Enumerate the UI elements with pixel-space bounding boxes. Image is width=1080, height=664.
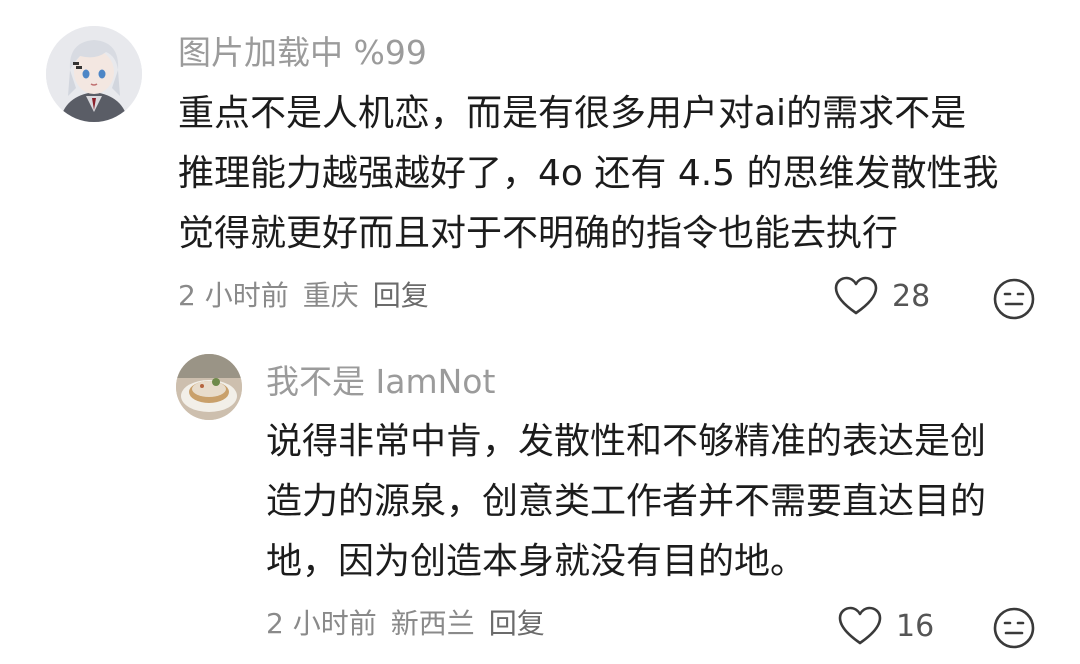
comment-content: 说得非常中肯，发散性和不够精准的表达是创 造力的源泉，创意类工作者并不需要直达目… bbox=[266, 412, 986, 592]
reply-button[interactable]: 回复 bbox=[373, 279, 429, 312]
comment-location: 新西兰 bbox=[390, 607, 475, 640]
neutral-face-icon bbox=[993, 278, 1035, 320]
heart-outline-icon bbox=[834, 276, 878, 315]
comment-time: 2 小时前 bbox=[178, 279, 289, 312]
comment-meta: 2 小时前 新西兰 回复 bbox=[266, 606, 559, 642]
comment-content-line: 推理能力越强越好了，4o 还有 4.5 的思维发散性我 bbox=[178, 153, 999, 194]
avatar-image bbox=[176, 354, 242, 420]
avatar-image bbox=[46, 26, 142, 122]
reply-button[interactable]: 回复 bbox=[489, 607, 545, 640]
comment-content-line: 重点不是人机恋，而是有很多用户对ai的需求不是 bbox=[178, 93, 967, 134]
like-button[interactable]: 16 bbox=[838, 606, 934, 646]
like-button[interactable]: 28 bbox=[834, 276, 930, 316]
avatar[interactable] bbox=[176, 354, 242, 420]
comment-username[interactable]: 我不是 IamNot bbox=[266, 362, 495, 402]
comment-location: 重庆 bbox=[302, 279, 359, 312]
comment-content-line: 地，因为创造本身就没有目的地。 bbox=[266, 541, 807, 582]
comment-meta: 2 小时前 重庆 回复 bbox=[178, 278, 443, 314]
neutral-face-icon bbox=[993, 607, 1035, 649]
comment-content-line: 造力的源泉，创意类工作者并不需要直达目的 bbox=[266, 481, 987, 522]
comment-username[interactable]: 图片加载中 %99 bbox=[178, 33, 427, 73]
avatar[interactable] bbox=[46, 26, 142, 122]
reaction-button[interactable] bbox=[990, 604, 1038, 652]
heart-outline-icon bbox=[838, 606, 882, 645]
comment-content: 重点不是人机恋，而是有很多用户对ai的需求不是 推理能力越强越好了，4o 还有 … bbox=[178, 84, 999, 264]
comment-time: 2 小时前 bbox=[266, 607, 377, 640]
reaction-button[interactable] bbox=[990, 275, 1038, 323]
like-count: 16 bbox=[896, 608, 935, 644]
reply-item: 我不是 IamNot 说得非常中肯，发散性和不够精准的表达是创 造力的源泉，创意… bbox=[0, 340, 1080, 664]
comment-item: 图片加载中 %99 重点不是人机恋，而是有很多用户对ai的需求不是 推理能力越强… bbox=[0, 0, 1080, 340]
like-count: 28 bbox=[892, 278, 931, 314]
comment-content-line: 说得非常中肯，发散性和不够精准的表达是创 bbox=[266, 421, 987, 462]
comment-content-line: 觉得就更好而且对于不明确的指令也能去执行 bbox=[178, 213, 899, 254]
